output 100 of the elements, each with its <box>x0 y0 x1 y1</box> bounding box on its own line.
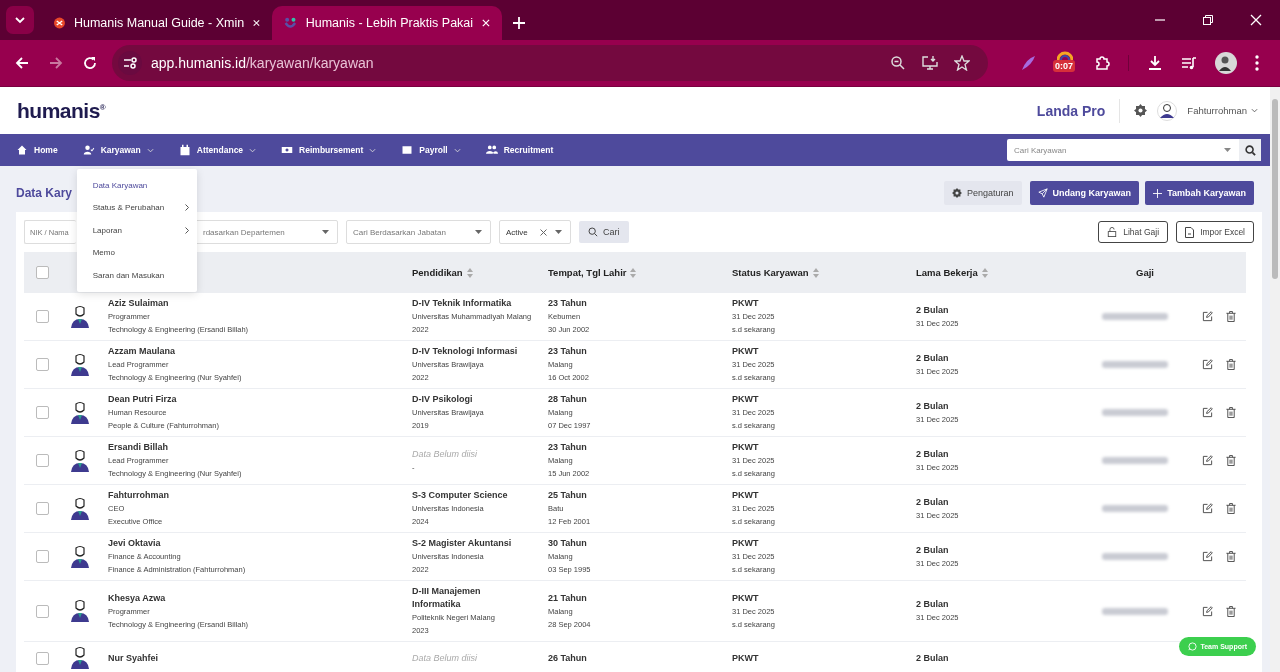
star-icon[interactable] <box>954 55 970 71</box>
browser-tab[interactable]: Humanis - Lebih Praktis Pakai <box>272 6 502 40</box>
row-checkbox[interactable] <box>35 406 49 419</box>
person-avatar-icon <box>70 400 90 425</box>
age: 28 Tahun <box>548 393 588 406</box>
age: 30 Tahun <box>548 537 588 550</box>
menu-item[interactable]: Memo <box>76 241 197 264</box>
user-avatar-icon[interactable] <box>1157 100 1178 121</box>
close-icon[interactable] <box>482 18 490 28</box>
blurred-salary <box>1102 409 1168 416</box>
nav-item[interactable]: Reimbursement <box>273 144 385 156</box>
employee-name[interactable]: Ersandi Billah <box>108 441 404 454</box>
row-checkbox[interactable] <box>35 502 49 515</box>
delete-icon[interactable] <box>1226 407 1236 418</box>
filter-select[interactable]: Cari Berdasarkan Jabatan <box>346 220 491 244</box>
nav-item[interactable]: Home <box>8 144 66 156</box>
edit-icon[interactable] <box>1202 407 1213 418</box>
blurred-salary <box>1102 607 1168 615</box>
delete-icon[interactable] <box>1226 311 1236 322</box>
new-tab-icon[interactable] <box>512 16 526 30</box>
profile-avatar-icon[interactable] <box>1215 52 1237 74</box>
delete-icon[interactable] <box>1226 551 1236 562</box>
tool-button[interactable]: Lihat Gaji <box>1098 221 1169 243</box>
employment-status: PKWT <box>732 393 760 406</box>
empty-note: Data Belum diisi <box>412 651 479 665</box>
employee-name[interactable]: Jevi Oktavia <box>108 537 404 550</box>
row-checkbox[interactable] <box>35 358 49 371</box>
employee-search-field[interactable]: Cari Karyawan <box>1007 139 1261 161</box>
search-button[interactable] <box>1239 139 1261 161</box>
employee-name[interactable]: Aziz Sulaiman <box>108 297 404 310</box>
user-menu[interactable]: Fahturrohman <box>1187 105 1258 116</box>
humanis-logo[interactable]: humanis$^{®}$ <box>17 98 106 123</box>
back-icon[interactable] <box>14 55 30 71</box>
menu-item[interactable]: Saran dan Masukan <box>76 264 197 287</box>
close-icon[interactable] <box>253 18 260 28</box>
tenure: 2 Bulan <box>916 495 950 509</box>
edit-icon[interactable] <box>1202 311 1213 322</box>
employee-name[interactable]: Dean Putri Firza <box>108 393 404 406</box>
person-avatar-icon <box>70 544 90 569</box>
column-header[interactable]: Tempat, Tgl Lahir <box>548 267 627 278</box>
row-checkbox[interactable] <box>35 310 49 323</box>
employee-name[interactable]: Azzam Maulana <box>108 345 404 358</box>
address-bar[interactable]: app.humanis.id/karyawan/karyawan <box>112 45 988 81</box>
close-icon[interactable] <box>1250 14 1262 26</box>
delete-icon[interactable] <box>1226 503 1236 514</box>
settings-icon[interactable] <box>1134 104 1148 117</box>
person-avatar-icon <box>70 304 90 329</box>
nav-item[interactable]: Recruitment <box>477 144 562 156</box>
employment-status: PKWT <box>732 441 760 454</box>
nav-item[interactable]: Payroll <box>393 144 469 156</box>
nav-item[interactable]: Karyawan <box>74 144 162 156</box>
employee-name[interactable]: Fahturrohman <box>108 489 404 502</box>
row-checkbox[interactable] <box>35 604 49 618</box>
degree: S-2 Magister Akuntansi <box>412 537 513 550</box>
install-icon[interactable] <box>921 55 939 71</box>
empty-note: Data Belum diisi <box>412 447 479 461</box>
nav-icon <box>82 144 95 156</box>
restore-icon[interactable] <box>1202 14 1214 26</box>
menu-item[interactable]: Status & Perubahan <box>76 196 197 219</box>
column-header[interactable]: Pendidikan <box>412 267 463 278</box>
column-header[interactable]: Lama Bekerja <box>916 267 978 278</box>
row-checkbox[interactable] <box>35 550 49 563</box>
status-select[interactable]: Active <box>499 220 571 244</box>
action-button[interactable]: Tambah Karyawan <box>1145 181 1254 205</box>
edit-icon[interactable] <box>1202 605 1213 617</box>
media-icon[interactable] <box>1181 55 1197 71</box>
zoom-icon[interactable] <box>890 55 906 71</box>
tab-list-button[interactable] <box>6 6 34 34</box>
scrollbar[interactable] <box>1270 87 1280 672</box>
delete-icon[interactable] <box>1226 359 1236 370</box>
edit-icon[interactable] <box>1202 503 1213 514</box>
edit-icon[interactable] <box>1202 551 1213 562</box>
delete-icon[interactable] <box>1226 605 1236 617</box>
delete-icon[interactable] <box>1226 455 1236 466</box>
browser-tab[interactable]: Humanis Manual Guide - Xmin <box>42 6 272 40</box>
action-button[interactable]: Pengaturan <box>944 181 1022 205</box>
timer-extension[interactable]: 0:07 <box>1054 51 1076 75</box>
edit-icon[interactable] <box>1202 359 1213 370</box>
clear-icon[interactable] <box>540 228 547 236</box>
edit-icon[interactable] <box>1202 455 1213 466</box>
puzzle-icon[interactable] <box>1094 55 1110 71</box>
nav-icon <box>281 144 294 156</box>
reload-icon[interactable] <box>82 55 98 71</box>
search-button[interactable]: Cari <box>579 221 629 243</box>
site-settings-icon[interactable] <box>118 51 142 75</box>
action-button[interactable]: Undang Karyawan <box>1029 181 1140 205</box>
menu-item[interactable]: Data Karyawan <box>76 174 197 197</box>
row-checkbox[interactable] <box>35 651 49 665</box>
forward-icon[interactable] <box>48 55 64 71</box>
tool-button[interactable]: Impor Excel <box>1176 221 1254 243</box>
download-icon[interactable] <box>1147 55 1163 71</box>
row-checkbox[interactable] <box>35 454 49 467</box>
select-value: Active <box>506 227 529 237</box>
column-header[interactable]: Status Karyawan <box>732 267 809 278</box>
employee-name[interactable]: Khesya Azwa <box>108 591 404 605</box>
select-all-checkbox[interactable] <box>35 266 49 279</box>
age: 25 Tahun <box>548 489 588 502</box>
more-icon[interactable] <box>1255 55 1259 71</box>
nav-item[interactable]: Attendance <box>170 144 265 156</box>
employee-name[interactable]: Nur Syahfei <box>108 651 404 665</box>
